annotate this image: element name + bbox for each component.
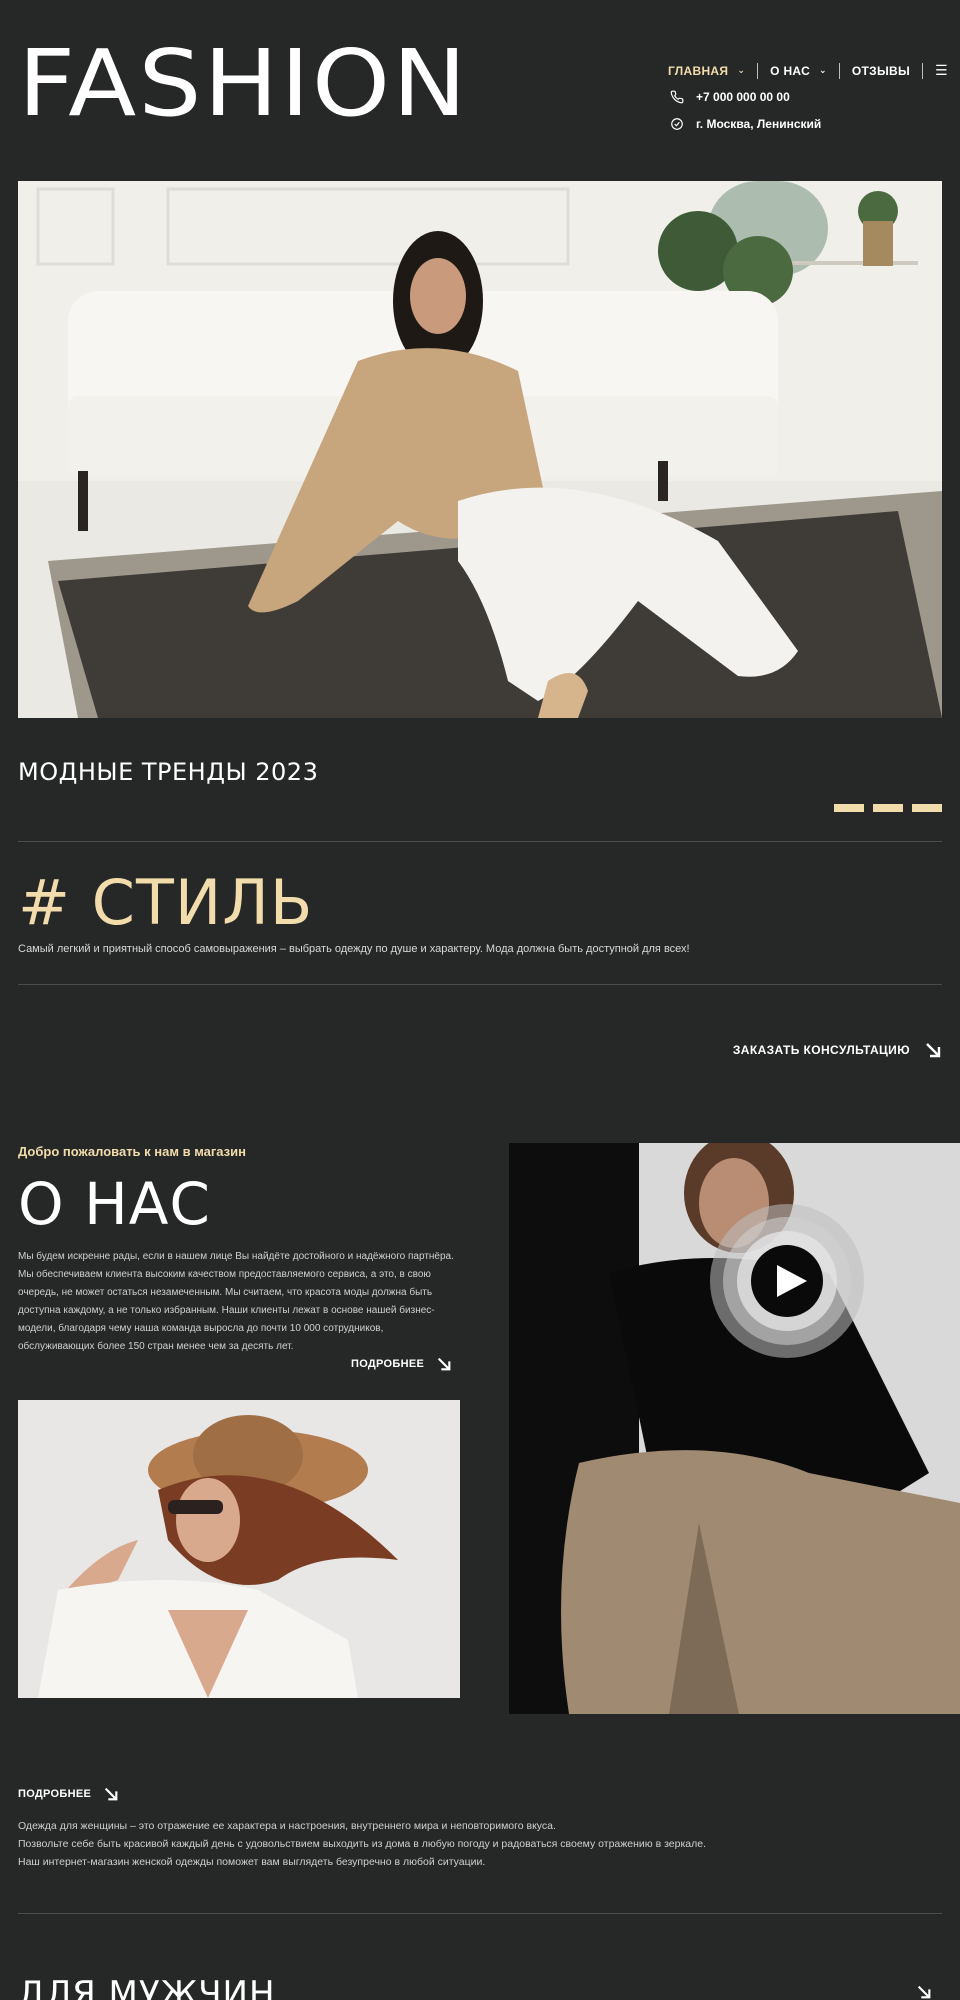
nav-item-reviews[interactable]: ОТЗЫВЫ [852, 64, 910, 78]
women-more-button[interactable]: ПОДРОБНЕЕ [18, 1786, 119, 1802]
slider-dot[interactable] [873, 804, 903, 812]
consultation-button[interactable]: ЗАКАЗАТЬ КОНСУЛЬТАЦИЮ [733, 1041, 942, 1059]
location-icon [668, 115, 686, 133]
hamburger-icon[interactable]: ☰ [935, 62, 948, 79]
trends-title: МОДНЫЕ ТРЕНДЫ 2023 [18, 758, 319, 786]
chevron-down-icon: ⌄ [819, 65, 827, 75]
women-description: Одежда для женщины – это отражение ее ха… [18, 1817, 706, 1871]
nav-item-label: О НАС [770, 63, 811, 78]
women-text-line: Одежда для женщины – это отражение ее ха… [18, 1820, 556, 1832]
arrow-down-right-icon[interactable] [916, 1984, 932, 2000]
slider-pagination [834, 804, 942, 812]
about-more-button[interactable]: ПОДРОБНЕЕ [351, 1356, 452, 1372]
women-text-line: Наш интернет-магазин женской одежды помо… [18, 1856, 486, 1868]
nav-item-about[interactable]: О НАС ⌄ [770, 64, 827, 78]
about-welcome: Добро пожаловать к нам в магазин [18, 1144, 246, 1159]
divider [18, 841, 942, 842]
about-title: О НАС [18, 1170, 211, 1238]
phone-icon [668, 88, 686, 106]
hero-image [18, 181, 942, 718]
slider-dot[interactable] [912, 804, 942, 812]
divider [18, 984, 942, 985]
style-title: # СТИЛЬ [18, 866, 314, 939]
site-logo[interactable]: FASHION [18, 38, 469, 130]
nav-divider [838, 62, 840, 79]
arrow-down-right-icon [924, 1041, 942, 1059]
more-label: ПОДРОБНЕЕ [18, 1788, 92, 1800]
nav-item-label: ГЛАВНАЯ [668, 63, 729, 78]
divider [18, 1913, 942, 1914]
chevron-down-icon: ⌄ [737, 65, 746, 75]
men-title: ДЛЯ МУЖЧИН [18, 1974, 276, 2000]
more-label: ПОДРОБНЕЕ [351, 1358, 425, 1370]
arrow-down-right-icon [103, 1786, 119, 1802]
play-button[interactable] [709, 1203, 865, 1359]
nav-item-home[interactable]: ГЛАВНАЯ ⌄ [668, 64, 745, 78]
main-nav: ГЛАВНАЯ ⌄ О НАС ⌄ ОТЗЫВЫ ☰ [668, 62, 948, 79]
arrow-down-right-icon [436, 1356, 452, 1372]
header-address[interactable]: г. Москва, Ленинский [668, 115, 821, 133]
nav-divider [757, 62, 759, 79]
women-text-line: Позвольте себе быть красивой каждый день… [18, 1838, 707, 1850]
woman-in-hat-image [18, 1400, 460, 1698]
about-text: Мы будем искренне рады, если в нашем лиц… [18, 1251, 454, 1352]
address-text: г. Москва, Ленинский [696, 117, 822, 131]
nav-divider [922, 62, 924, 79]
consultation-label: ЗАКАЗАТЬ КОНСУЛЬТАЦИЮ [732, 1043, 910, 1057]
header-phone[interactable]: +7 000 000 00 00 [668, 88, 790, 106]
style-description: Самый легкий и приятный способ самовыраж… [18, 943, 690, 955]
slider-dot[interactable] [834, 804, 864, 812]
nav-item-label: ОТЗЫВЫ [851, 63, 911, 78]
phone-number: +7 000 000 00 00 [696, 90, 790, 104]
